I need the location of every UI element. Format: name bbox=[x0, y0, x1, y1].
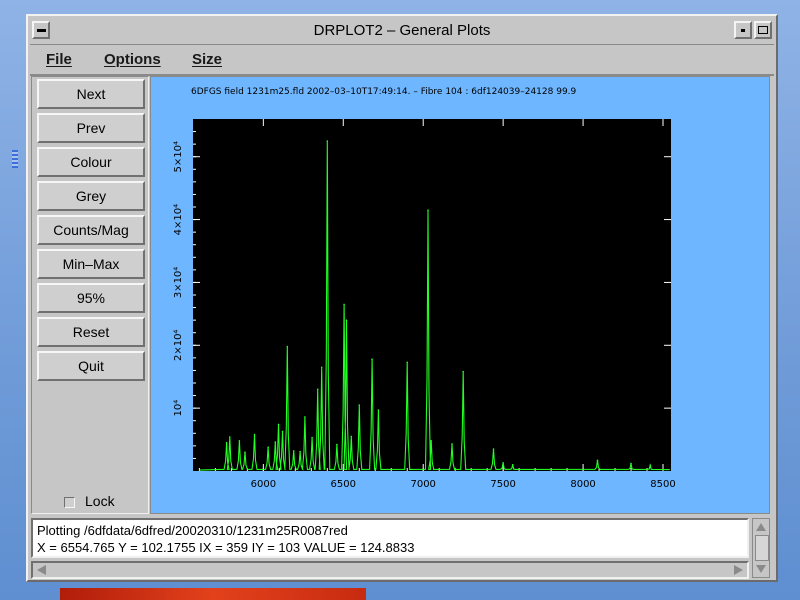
spectrum-peak-point bbox=[336, 443, 338, 446]
spectrum-peak-point bbox=[350, 435, 353, 438]
spectrum-peak-point bbox=[253, 433, 256, 436]
lock-label: Lock bbox=[85, 493, 115, 509]
spectrum-peak-point bbox=[451, 443, 453, 445]
spectrum-peak-point bbox=[358, 404, 361, 406]
drplot2-window: DRPLOT2 – General Plots File Options Siz… bbox=[26, 14, 778, 582]
maximize-icon bbox=[758, 26, 768, 34]
plot-area[interactable]: 6DFGS field 1231m25.fld 2002–03–10T17:49… bbox=[150, 76, 770, 514]
spectrum-peak-point bbox=[244, 451, 246, 453]
status-vertical-scrollbar[interactable] bbox=[752, 518, 770, 578]
spectrum-peak-point bbox=[274, 441, 277, 443]
x-tick-label: 8000 bbox=[570, 479, 595, 490]
y-tick-label: 3×10⁴ bbox=[173, 267, 184, 298]
menu-file[interactable]: File bbox=[46, 51, 72, 68]
minimize-icon bbox=[741, 29, 745, 32]
menu-size[interactable]: Size bbox=[192, 51, 222, 68]
x-tick-label: 7000 bbox=[410, 479, 435, 490]
desktop-taskbar-strip bbox=[60, 588, 366, 600]
status-line-1: Plotting /6dfdata/6dfred/20020310/1231m2… bbox=[37, 523, 348, 538]
scroll-right-icon[interactable] bbox=[734, 565, 743, 575]
spectrum-peak-point bbox=[406, 361, 409, 364]
spectrum-peak-point bbox=[304, 416, 306, 418]
scroll-thumb[interactable] bbox=[755, 535, 769, 561]
y-tick-label: 5×10⁴ bbox=[173, 141, 184, 172]
scroll-left-icon[interactable] bbox=[37, 565, 46, 575]
spectrum-peak-point bbox=[371, 358, 373, 360]
y-tick-label: 10⁴ bbox=[173, 400, 184, 417]
spectrum-chart[interactable]: 6000 6500 7000 7500 8000 8500 10⁴ 2×10⁴ 3×10⁴ 4×1… bbox=[151, 77, 769, 513]
spectrum-peak-point bbox=[320, 366, 323, 369]
minimize-button[interactable] bbox=[734, 21, 752, 39]
spectrum-peak-point bbox=[511, 463, 514, 466]
counts-mag-button[interactable]: Counts/Mag bbox=[37, 215, 145, 245]
quit-button[interactable]: Quit bbox=[37, 351, 145, 381]
spectrum-peak-point bbox=[630, 462, 632, 465]
spectrum-peak-point bbox=[343, 303, 345, 306]
spectrum-peak-point bbox=[277, 423, 280, 426]
spectrum-peak-point bbox=[225, 441, 228, 444]
x-tick-label: 6000 bbox=[251, 479, 276, 490]
desktop-edge-widget bbox=[12, 150, 18, 168]
spectrum-peak-point bbox=[596, 459, 599, 462]
spectrum-peak-point bbox=[286, 345, 289, 348]
y-tick-label: 2×10⁴ bbox=[173, 330, 184, 361]
spectrum-peak-point bbox=[326, 140, 329, 142]
spectrum-peak-point bbox=[238, 440, 241, 442]
status-horizontal-scrollbar[interactable] bbox=[31, 561, 749, 579]
spectrum-peak-point bbox=[377, 409, 380, 411]
x-tick-label: 7500 bbox=[490, 479, 515, 490]
spectrum-peak-point bbox=[345, 319, 348, 321]
spectrum-peak-point bbox=[311, 436, 313, 439]
spectrum-peak-point bbox=[299, 450, 301, 453]
spectrum-peak-point bbox=[267, 446, 269, 448]
spectrum-peak-point bbox=[492, 448, 495, 450]
spectrum-peak-point bbox=[281, 430, 284, 433]
spectrum-peak-point bbox=[228, 436, 231, 438]
window-title: DRPLOT2 – General Plots bbox=[313, 22, 491, 39]
spectrum-peak-point bbox=[430, 440, 433, 442]
menu-options[interactable]: Options bbox=[104, 51, 161, 68]
spectrum-peak-point bbox=[316, 388, 319, 391]
maximize-button[interactable] bbox=[754, 21, 772, 39]
lock-checkbox[interactable] bbox=[64, 496, 75, 508]
status-line-2: X = 6554.765 Y = 102.1755 IX = 359 IY = … bbox=[37, 540, 415, 555]
x-tick-label: 8500 bbox=[650, 479, 675, 490]
next-button[interactable]: Next bbox=[37, 79, 145, 109]
spectrum-peak-point bbox=[462, 370, 464, 373]
prev-button[interactable]: Prev bbox=[37, 113, 145, 143]
grey-button[interactable]: Grey bbox=[37, 181, 145, 211]
lock-toggle[interactable]: Lock bbox=[64, 493, 115, 509]
spectrum-peak-point bbox=[649, 464, 652, 467]
spectrum-peak-point bbox=[502, 462, 504, 464]
spectrum-peak-point bbox=[292, 450, 295, 452]
menu-bar: File Options Size bbox=[30, 46, 774, 76]
control-panel: Next Prev Colour Grey Counts/Mag Min–Max… bbox=[31, 76, 149, 514]
reset-button[interactable]: Reset bbox=[37, 317, 145, 347]
colour-button[interactable]: Colour bbox=[37, 147, 145, 177]
title-bar[interactable]: DRPLOT2 – General Plots bbox=[30, 18, 774, 45]
x-tick-label: 6500 bbox=[331, 479, 356, 490]
percent-95-button[interactable]: 95% bbox=[37, 283, 145, 313]
scroll-down-icon[interactable] bbox=[756, 565, 766, 573]
min-max-button[interactable]: Min–Max bbox=[37, 249, 145, 279]
plot-frame bbox=[193, 119, 671, 471]
spectrum-peak-point bbox=[427, 209, 429, 211]
y-tick-label: 4×10⁴ bbox=[173, 204, 184, 235]
scroll-up-icon[interactable] bbox=[756, 523, 766, 531]
status-output: Plotting /6dfdata/6dfred/20020310/1231m2… bbox=[31, 518, 749, 558]
